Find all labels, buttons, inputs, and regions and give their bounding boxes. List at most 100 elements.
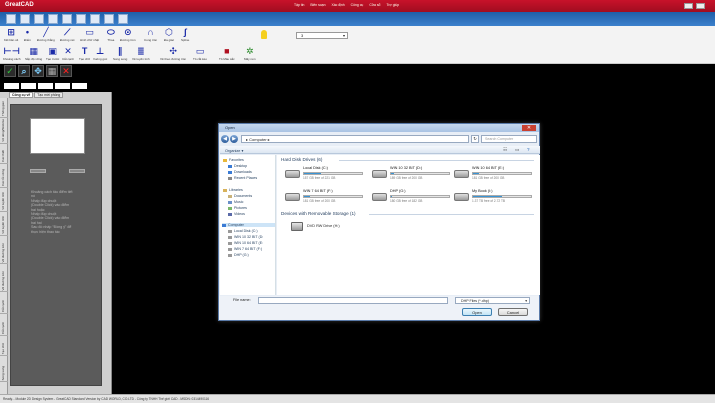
menu-file[interactable]: Tập tin [294, 3, 304, 7]
file-name-input[interactable] [258, 297, 448, 304]
nav-videos[interactable]: Videos [228, 212, 245, 216]
check-icon[interactable]: ✓ [4, 65, 16, 77]
copy-icon[interactable] [76, 14, 86, 24]
organize-button[interactable]: Organize ▾ [225, 148, 243, 153]
vtab-9[interactable]: Cắt cạnh [0, 292, 8, 314]
trim-button[interactable]: ✕ Cắt cạnh [62, 46, 74, 61]
open-button[interactable]: Open [462, 308, 492, 316]
vtab-11[interactable]: Tạo chữ [0, 336, 8, 356]
delete-icon[interactable]: ✕ [60, 65, 72, 77]
vtab-6[interactable]: Vẽ tuyến tính [0, 212, 8, 236]
offset-button[interactable]: ▣ Tạo trước [46, 46, 59, 61]
nav-favorites[interactable]: Favorites [223, 158, 244, 162]
hatch-button[interactable]: ▭ Tô cắt kéo [193, 46, 207, 61]
nav-win64[interactable]: WIN 10 64 BIT (E: [228, 241, 263, 245]
undo-icon[interactable] [104, 14, 114, 24]
drawing-button[interactable]: ⊞ Kết bản vẽ [4, 27, 18, 42]
slot-5[interactable] [72, 83, 87, 89]
vtab-2[interactable]: Vẽ dòng/Stickmo [0, 118, 8, 144]
polygon-button[interactable]: ⬡ Đa giác [164, 27, 174, 42]
polyline-button[interactable]: ⟋ Đường nét [60, 27, 74, 42]
drive-i[interactable]: My Book (I:) 1.37 TB free of 2.72 TB [454, 189, 534, 207]
vtab-8[interactable]: Vẽ đường tròn [0, 264, 8, 292]
close-window-button[interactable] [696, 3, 705, 9]
nav-dhp[interactable]: DHP (G:) [228, 253, 249, 257]
cancel-button[interactable]: Cancel [498, 308, 528, 316]
perpendicular-button[interactable]: ⊥ Vuông góc [93, 46, 107, 61]
fill-color-button[interactable]: ■ Tô Màu sắc [219, 46, 235, 61]
drive-d[interactable]: WIN 10 32 BIT (D:) 189 GB free of 200 GB [372, 166, 452, 184]
menu-tools[interactable]: Công cụ [351, 3, 364, 7]
vtab-4[interactable]: Các lỗi vững [0, 164, 8, 188]
nav-computer[interactable]: Computer [222, 223, 275, 227]
new-file-icon[interactable] [6, 14, 16, 24]
print-icon[interactable] [48, 14, 58, 24]
open-file-icon[interactable] [20, 14, 30, 24]
pan-icon[interactable]: ✥ [32, 65, 44, 77]
rectangle-button[interactable]: ▭ Hình chữ nhật [80, 27, 99, 42]
nav-pictures[interactable]: Pictures [228, 206, 247, 210]
panel-button-2[interactable] [69, 169, 85, 173]
spline-button[interactable]: ∫ Spline [181, 27, 189, 42]
nav-local-disk[interactable]: Local Disk (C:) [228, 229, 258, 233]
back-icon[interactable]: ◀ [221, 135, 229, 143]
nav-libraries[interactable]: Libraries [223, 188, 243, 192]
nav-music[interactable]: Music [228, 200, 243, 204]
cut-icon[interactable] [62, 14, 72, 24]
menu-help[interactable]: Trợ giúp [386, 3, 399, 7]
file-type-select[interactable]: DHP Files (*.dhp) ▾ [455, 297, 530, 304]
menu-edit[interactable]: Biên soạn [310, 3, 325, 7]
minimize-button[interactable] [684, 3, 693, 9]
drive-f[interactable]: WIN 7 64 BIT (F:) 181 GB free of 200 GB [285, 189, 365, 207]
select-icon[interactable]: ▦ [46, 65, 58, 77]
preview-pane-icon[interactable]: ▭ [515, 147, 519, 153]
view-icon[interactable]: ☷ [503, 147, 507, 153]
slot-1[interactable] [4, 83, 19, 89]
menu-window[interactable]: Cửa sổ [369, 3, 380, 7]
panel-button-1[interactable] [30, 169, 46, 173]
layer-bulb-icon[interactable] [261, 30, 267, 39]
point-button[interactable]: • Điểm [24, 27, 31, 42]
nav-win32[interactable]: WIN 10 32 BIT (D: [228, 235, 263, 239]
circle-dim-button[interactable]: ✣ Vẽ theo đường tròn [160, 46, 186, 61]
zoom-icon[interactable]: ⌕ [18, 65, 30, 77]
drive-g[interactable]: DHP (G:) 180 GB free of 182 GB [372, 189, 452, 207]
layer-select[interactable]: 3 ▾ [296, 32, 348, 39]
circle-button[interactable]: ⊙ Đường tròn [120, 27, 135, 42]
array-button[interactable]: ▦ Sắp độ vững [25, 46, 42, 61]
slot-2[interactable] [21, 83, 36, 89]
slot-3[interactable] [38, 83, 53, 89]
dialog-close-button[interactable]: ✕ [522, 125, 536, 131]
save-icon[interactable] [34, 14, 44, 24]
vtab-1[interactable]: Thông gian [0, 98, 8, 118]
vtab-7[interactable]: Vẽ đường tròn [0, 236, 8, 264]
arc-button[interactable]: ∩ Cung tròn [144, 27, 157, 42]
vtab-10[interactable]: Cắt cạnh [0, 314, 8, 336]
line-button[interactable]: ╱ Đường thẳng [37, 27, 55, 42]
cloud-button[interactable]: ✲ Mây nén [244, 46, 256, 61]
nav-documents[interactable]: Documents [228, 194, 252, 198]
drive-dvd[interactable]: DVD RW Drive (H:) [291, 221, 381, 233]
vtab-3[interactable]: Các thiết [0, 144, 8, 164]
text-button[interactable]: T Tạo chữ [79, 46, 90, 61]
nav-desktop[interactable]: Desktop [228, 164, 247, 168]
distance-button[interactable]: ⊢⊣ Khoảng cách [3, 46, 21, 61]
address-bar[interactable]: ▸ Computer ▸ [241, 135, 469, 143]
drive-c[interactable]: Local Disk (C:) 157 GB free of 221 GB [285, 166, 365, 184]
parallel-button[interactable]: ∥ Song song [113, 46, 127, 61]
vtab-5[interactable]: Vẽ tuyến tính [0, 188, 8, 212]
help-icon[interactable]: ? [527, 147, 530, 152]
nav-win7[interactable]: WIN 7 64 BIT (F:) [228, 247, 262, 251]
nav-downloads[interactable]: Downloads [228, 170, 252, 174]
tab-new-layer[interactable]: Tạo mới phông [34, 92, 64, 98]
slot-4[interactable] [55, 83, 70, 89]
nav-recent[interactable]: Recent Places [228, 176, 257, 180]
forward-icon[interactable]: ▶ [230, 135, 238, 143]
vtab-12[interactable]: Song song [0, 356, 8, 382]
ellipse-button[interactable]: ⬭ Thoa [107, 27, 115, 42]
menu-define[interactable]: Xác định [331, 3, 344, 7]
linear-dim-button[interactable]: ≣ Vẽ tuyến tính [132, 46, 150, 61]
drive-e[interactable]: WIN 10 64 BIT (E:) 181 GB free of 200 GB [454, 166, 534, 184]
tab-draw-tools[interactable]: Công cụ vẽ [9, 92, 34, 98]
refresh-icon[interactable]: ↻ [471, 135, 479, 143]
